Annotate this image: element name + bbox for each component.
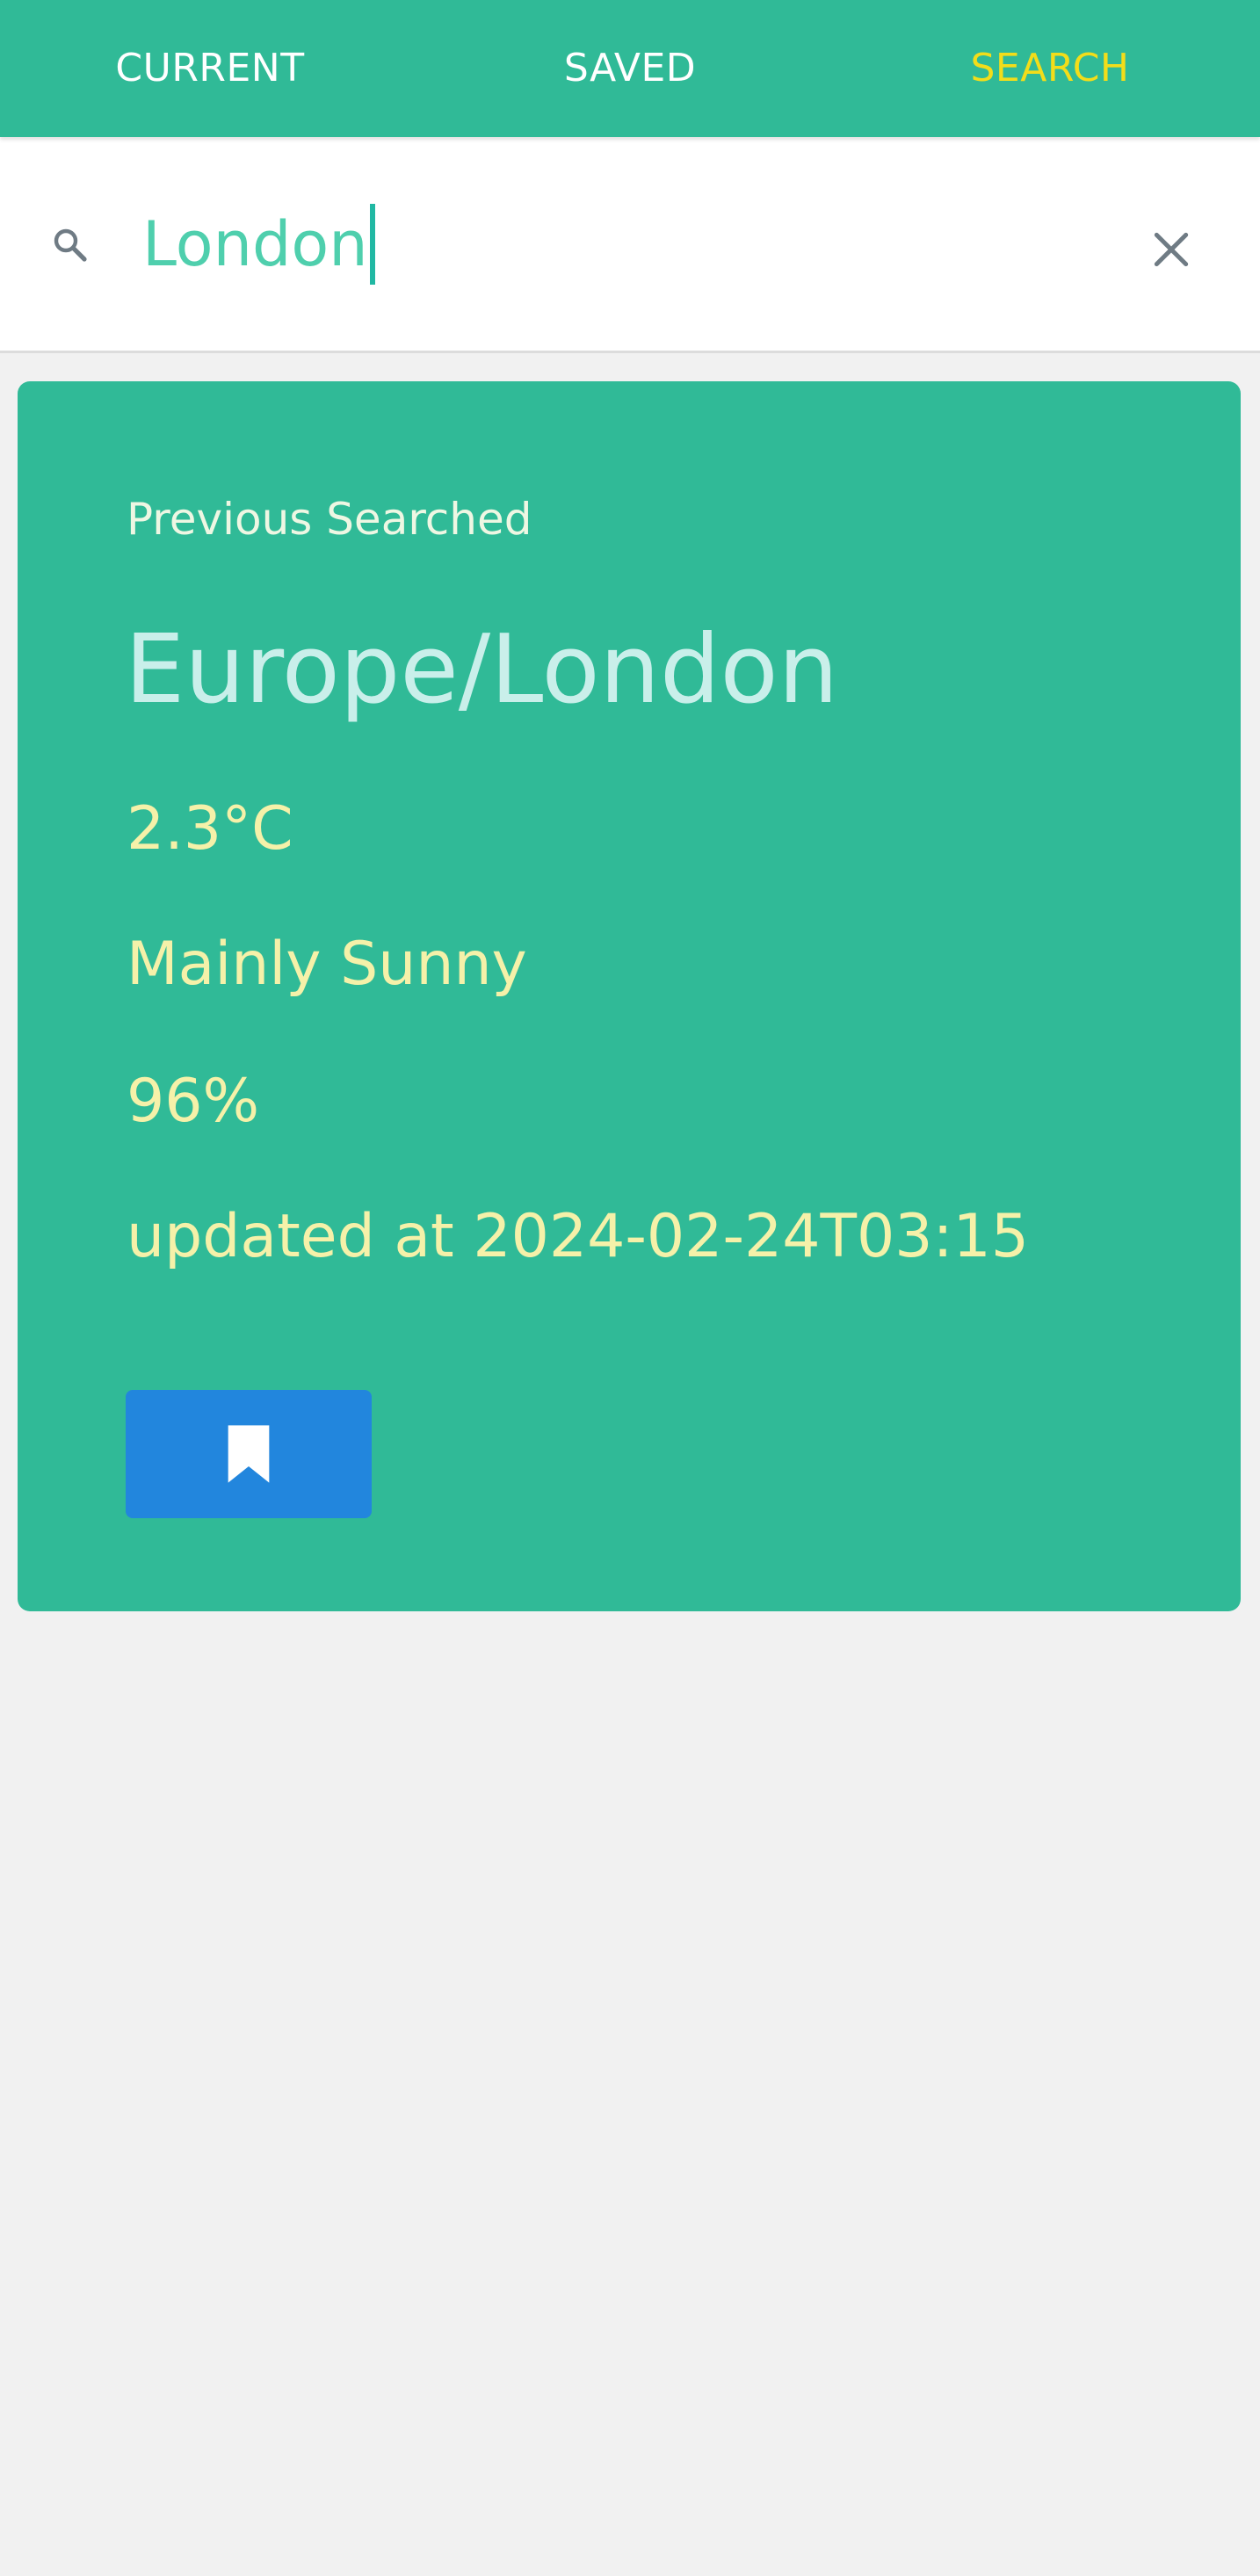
search-icon[interactable] [49, 224, 91, 266]
tab-saved[interactable]: SAVED [420, 0, 840, 137]
weather-condition: Mainly Sunny [127, 930, 527, 999]
tab-current[interactable]: CURRENT [0, 0, 420, 137]
search-input[interactable]: London [142, 200, 375, 288]
city-name: Europe/London [125, 615, 839, 725]
temperature-value: 2.3°C [127, 794, 293, 864]
bookmark-icon [228, 1425, 270, 1483]
weather-result-card: Previous Searched Europe/London 2.3°C Ma… [18, 381, 1241, 1611]
close-icon[interactable] [1149, 228, 1193, 271]
text-cursor [369, 204, 375, 285]
humidity-value: 96% [127, 1067, 260, 1136]
tab-bar: CURRENT SAVED SEARCH [0, 0, 1260, 137]
search-bar: London [0, 137, 1260, 353]
bookmark-button[interactable] [126, 1390, 372, 1518]
updated-timestamp: updated at 2024-02-24T03:15 [127, 1202, 1030, 1271]
previous-searched-label: Previous Searched [127, 494, 532, 545]
search-input-text: London [142, 208, 368, 280]
tab-search[interactable]: SEARCH [840, 0, 1260, 137]
